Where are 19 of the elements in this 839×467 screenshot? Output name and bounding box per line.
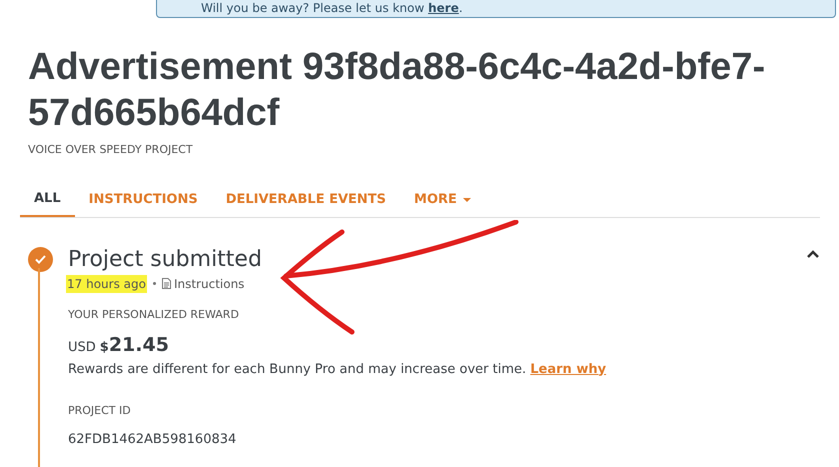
reward-amount: USD $21.45 — [68, 333, 170, 358]
reward-note: Rewards are different for each Bunny Pro and may increase over time. Learn why — [68, 360, 608, 378]
page-title: Advertisement 93f8da88-6c4c-4a2d-bfe7-57d665b64dcf — [28, 45, 766, 136]
page-subtitle: VOICE OVER SPEEDY PROJECT — [28, 142, 194, 158]
instructions-link[interactable]: Instructions — [162, 274, 244, 292]
notice-link[interactable]: here — [428, 1, 459, 15]
event-title: Project submitted — [68, 246, 262, 274]
notice-text: Will you be away? Please let us know here. — [201, 1, 463, 15]
tab[interactable]: ALL — [20, 182, 75, 216]
event-time: 17 hours ago — [66, 274, 147, 292]
field-label: YOUR PERSONALIZED REWARD — [68, 306, 240, 322]
document-icon — [162, 278, 171, 289]
tab[interactable]: INSTRUCTIONS — [74, 182, 212, 216]
project-id-value: 62FDB1462AB598160834 — [68, 430, 238, 448]
field-label: PROJECT ID — [68, 403, 132, 419]
chevron-up-icon[interactable] — [806, 248, 820, 258]
learn-why-link[interactable]: Learn why — [530, 362, 606, 376]
tab[interactable]: DELIVERABLE EVENTS — [212, 182, 400, 216]
tab[interactable]: MORE — [400, 182, 485, 216]
